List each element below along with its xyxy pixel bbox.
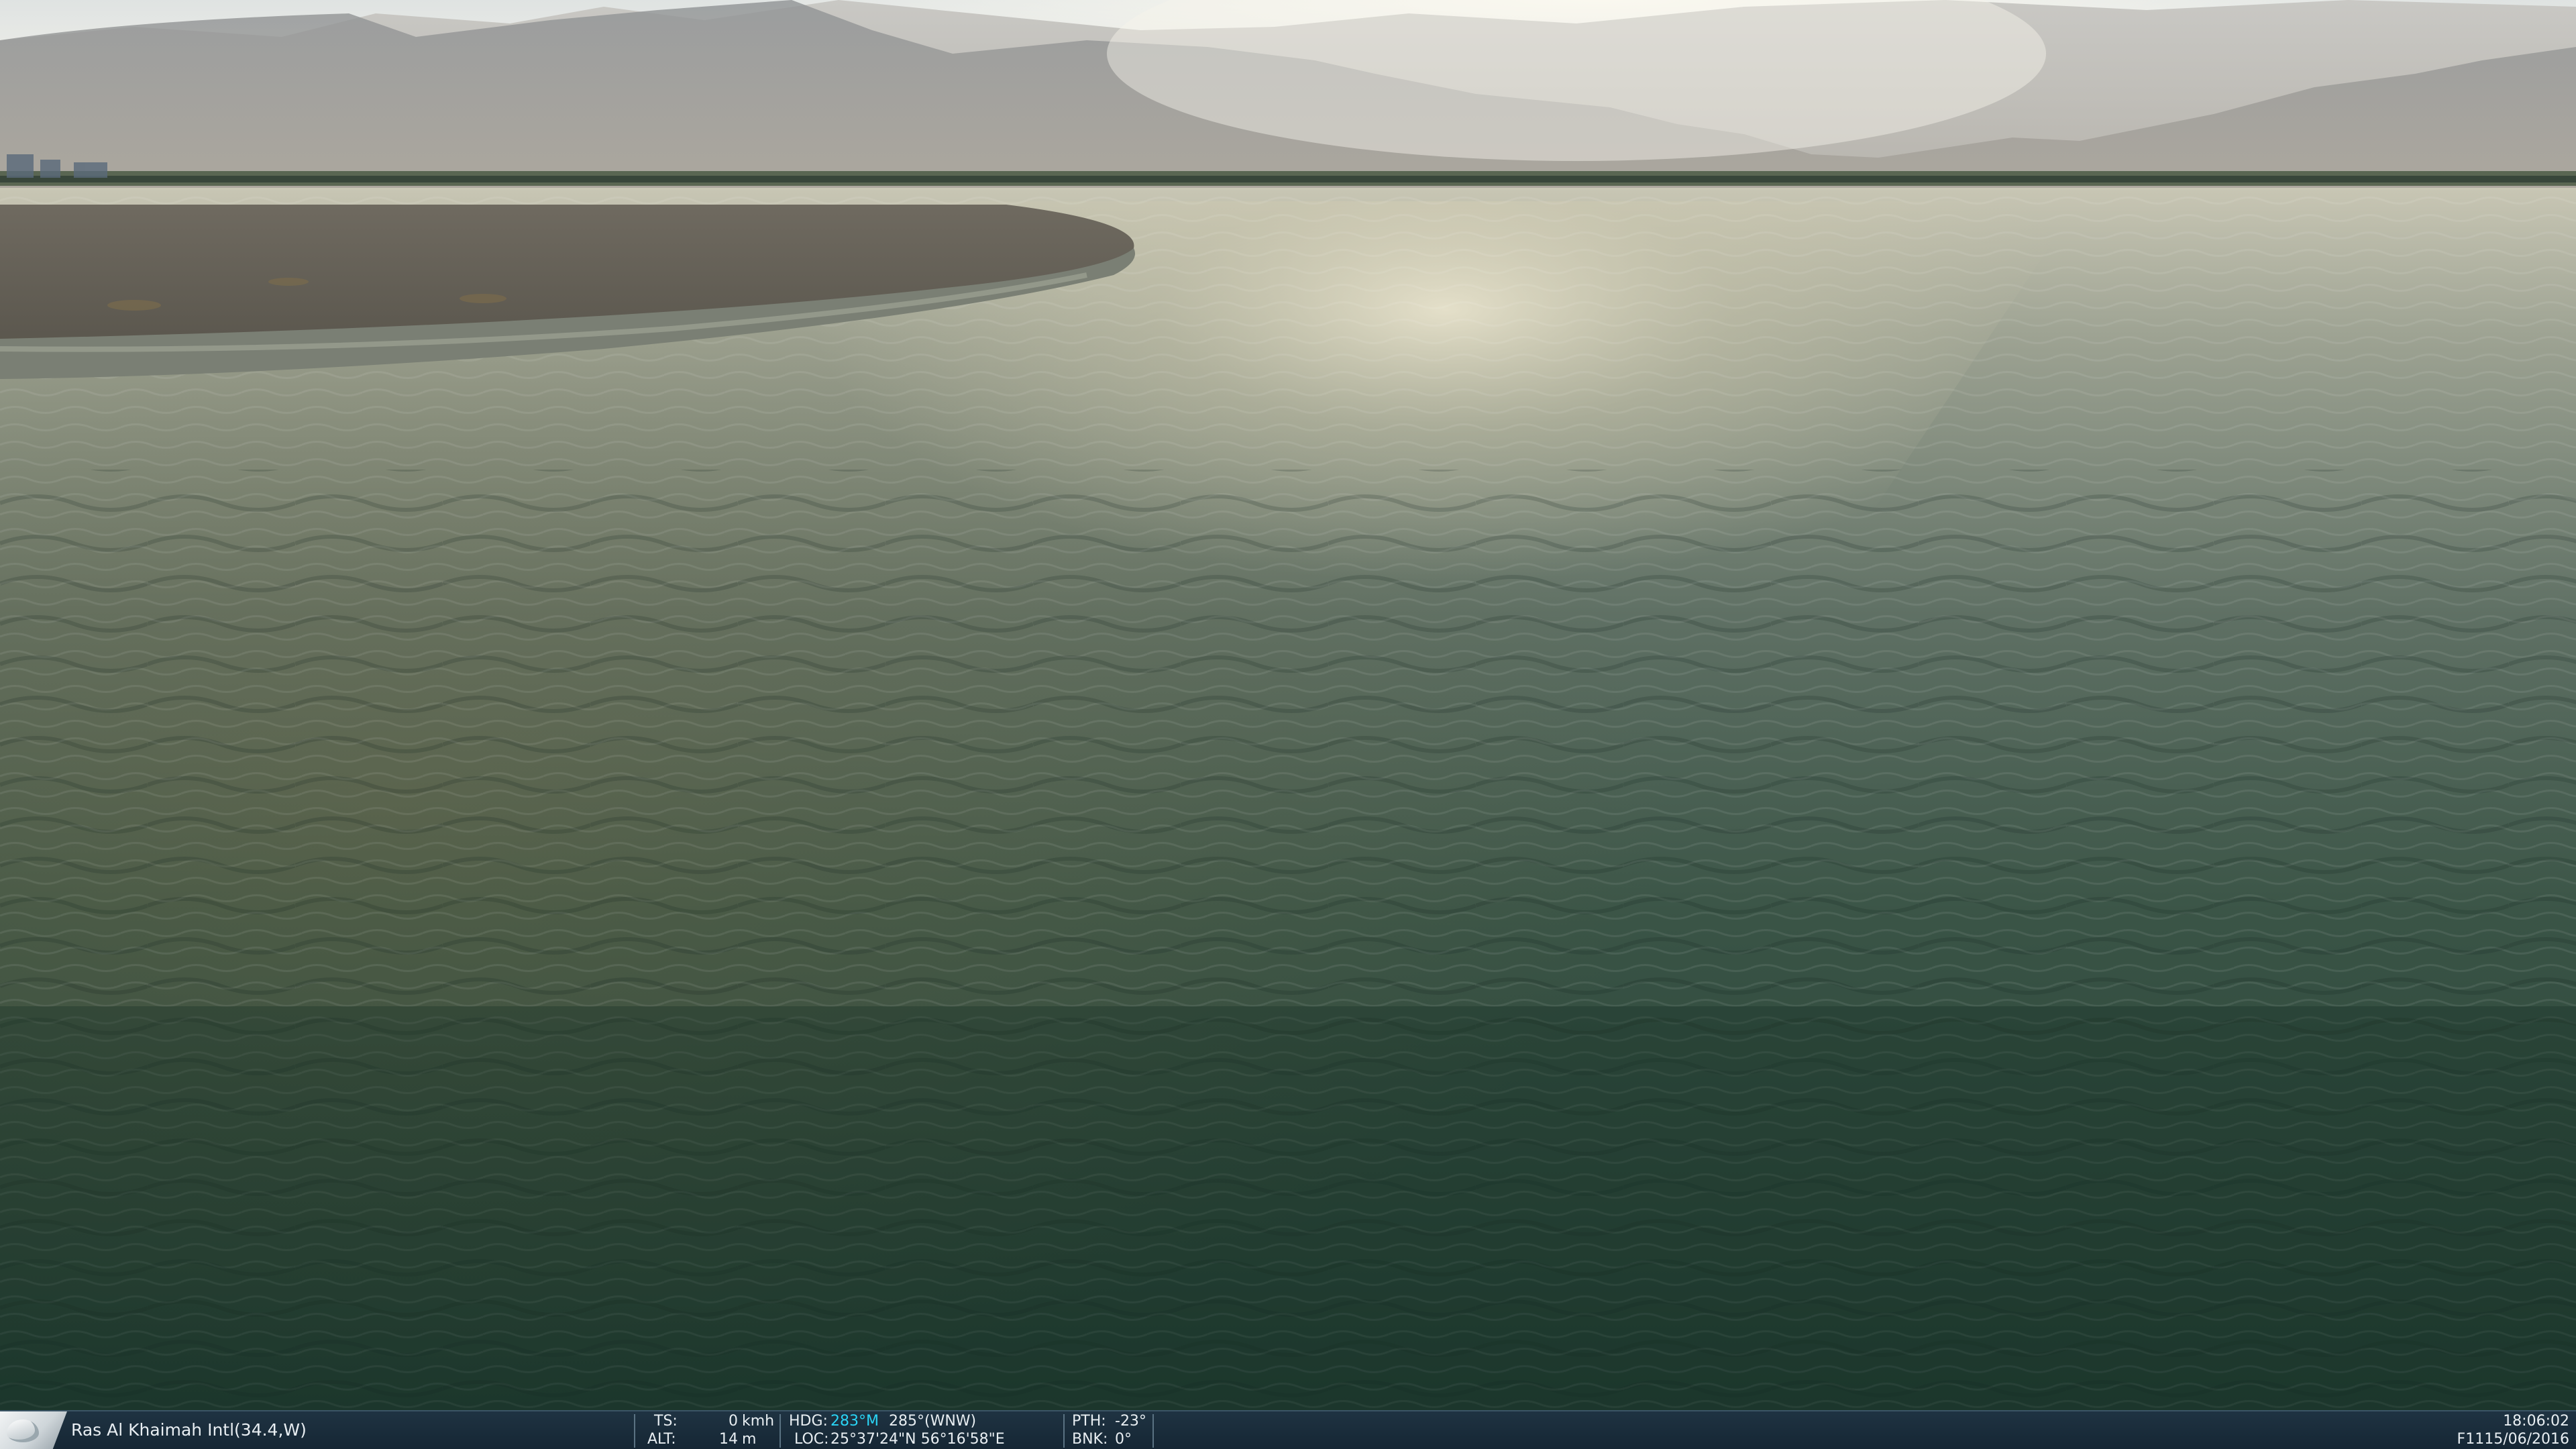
status-bar: Ras Al Khaimah Intl(34.4,W) TS: 0 kmh AL… — [0, 1410, 2576, 1449]
loc-value: 25°37'24"N 56°16'58"E — [830, 1431, 1005, 1448]
sim-logo-icon — [0, 1411, 67, 1449]
separator — [634, 1414, 635, 1448]
ts-value: 0 — [729, 1413, 738, 1430]
hdg-label: HDG: — [789, 1413, 828, 1430]
location-text: Ras Al Khaimah Intl(34.4,W) — [71, 1420, 307, 1440]
alt-unit: m — [742, 1431, 757, 1448]
pth-label: PTH: — [1072, 1413, 1106, 1430]
bnk-label: BNK: — [1072, 1431, 1108, 1448]
sim-logo-mark — [7, 1419, 39, 1442]
game-viewport[interactable]: Ras Al Khaimah Intl(34.4,W) TS: 0 kmh AL… — [0, 0, 2576, 1449]
bnk-value: 0° — [1115, 1431, 1132, 1448]
separator — [1063, 1414, 1065, 1448]
hdg-true-value: 285°(WNW) — [889, 1413, 977, 1430]
ts-unit: kmh — [742, 1413, 775, 1430]
alt-label: ALT: — [647, 1431, 676, 1448]
ts-label: TS: — [654, 1413, 678, 1430]
alt-value: 14 — [719, 1431, 738, 1448]
scene-view — [0, 0, 2576, 1410]
pth-value: -23° — [1115, 1413, 1146, 1430]
sim-time: 18:06:02 — [2503, 1413, 2569, 1430]
loc-label: LOC: — [794, 1431, 829, 1448]
separator — [780, 1414, 781, 1448]
separator — [1152, 1414, 1154, 1448]
hdg-magnetic-value: 283°M — [830, 1413, 879, 1430]
sim-date: F1115/06/2016 — [2457, 1431, 2569, 1448]
